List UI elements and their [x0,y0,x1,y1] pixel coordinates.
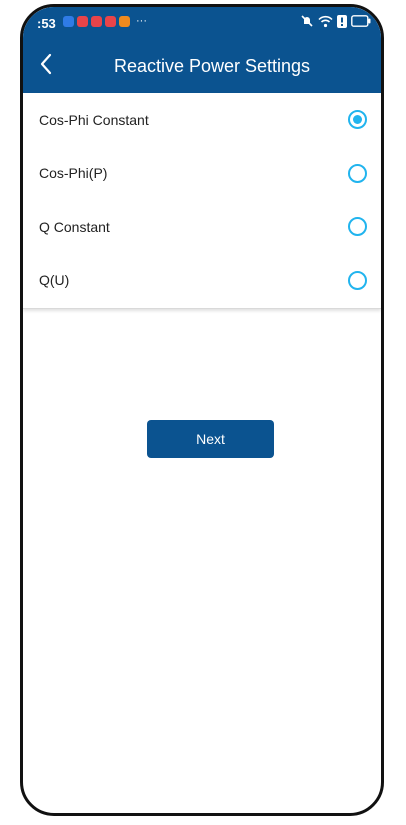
option-label: Q(U) [39,272,70,289]
next-button[interactable]: Next [147,420,274,458]
option-cos-phi-p[interactable]: Cos-Phi(P) [23,147,381,201]
app-bar: Reactive Power Settings [23,39,381,93]
option-q-constant[interactable]: Q Constant [23,200,381,254]
status-time: :53 [37,16,56,31]
option-q-u[interactable]: Q(U) [23,254,381,308]
mute-icon [300,14,314,28]
radio-unselected-icon[interactable] [348,163,367,183]
radio-unselected-icon[interactable] [348,270,367,290]
phone-frame: :53 ··· Reactive Power Settings Cos-Phi … [20,4,384,816]
radio-dot [353,115,362,125]
alert-icon [337,14,347,28]
message-app-icon [105,16,116,27]
wifi-icon [318,15,333,28]
notification-icons: ··· [63,16,147,27]
option-label: Cos-Phi(P) [39,165,108,182]
mail-app-icon [91,16,102,27]
page-title: Reactive Power Settings [113,56,311,76]
option-label: Cos-Phi Constant [39,111,149,128]
option-label: Q Constant [39,218,110,235]
status-bar: :53 ··· [23,7,381,39]
option-cos-phi-constant[interactable]: Cos-Phi Constant [23,93,381,147]
battery-icon [351,15,371,27]
more-notifications-indicator: ··· [136,15,147,27]
chat-app-icon [63,16,74,27]
reactive-power-mode-list: Cos-Phi Constant Cos-Phi(P) Q Constant Q… [23,93,381,309]
radio-selected-icon[interactable] [348,110,367,130]
system-icons [300,14,371,28]
mail-app-icon [77,16,88,27]
radio-unselected-icon[interactable] [348,217,367,237]
shop-app-icon [119,16,130,27]
